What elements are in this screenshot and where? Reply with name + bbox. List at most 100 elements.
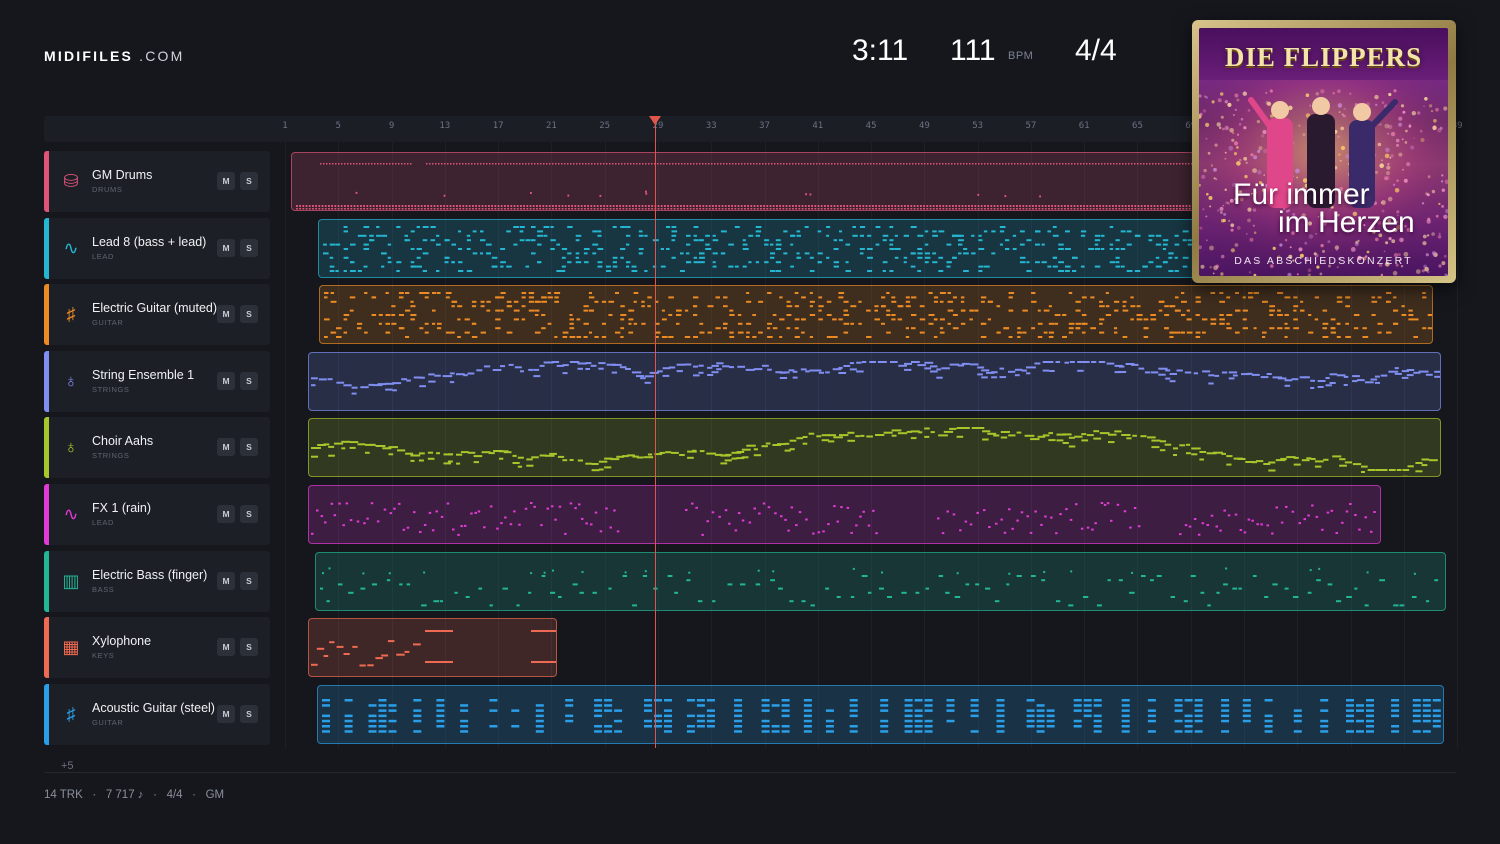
midi-note — [1377, 322, 1383, 325]
midi-note — [938, 256, 944, 259]
midi-note — [817, 208, 820, 210]
midi-note — [699, 251, 705, 254]
midi-clip[interactable] — [319, 285, 1433, 345]
midi-note — [486, 251, 491, 254]
midi-note — [334, 205, 337, 207]
midi-note — [548, 208, 551, 210]
midi-note — [775, 269, 782, 272]
ruler-label: 25 — [599, 121, 611, 131]
midi-note — [936, 163, 938, 165]
midi-clip[interactable] — [317, 684, 1444, 744]
midi-note — [622, 574, 627, 577]
solo-button[interactable]: S — [240, 638, 258, 657]
solo-button[interactable]: S — [240, 704, 258, 723]
playhead-marker[interactable] — [649, 116, 661, 125]
midi-note — [810, 603, 815, 606]
playhead[interactable] — [655, 116, 656, 748]
midi-note — [830, 205, 833, 207]
midi-note — [516, 205, 519, 207]
midi-clip[interactable] — [308, 485, 1381, 544]
midi-note — [1370, 530, 1373, 533]
midi-note — [388, 453, 394, 456]
midi-note — [326, 599, 330, 602]
ruler-label: 41 — [812, 121, 824, 131]
midi-note — [530, 192, 532, 194]
midi-note — [419, 376, 425, 379]
midi-note — [1354, 587, 1358, 590]
midi-note — [601, 336, 606, 339]
midi-note — [513, 205, 516, 207]
midi-note — [1158, 300, 1165, 303]
midi-note — [826, 314, 832, 317]
solo-button[interactable]: S — [240, 571, 258, 590]
midi-note — [311, 377, 318, 380]
mute-button[interactable]: M — [217, 704, 235, 723]
track-header[interactable]: ⛁ GM Drums DRUMS M S — [44, 151, 270, 212]
midi-note — [577, 459, 583, 462]
mute-button[interactable]: M — [217, 305, 235, 324]
midi-note — [1035, 260, 1040, 263]
midi-note — [625, 208, 628, 210]
solo-button[interactable]: S — [240, 505, 258, 523]
more-tracks-indicator[interactable]: +5 — [61, 760, 74, 772]
midi-note — [1047, 229, 1051, 232]
midi-clip[interactable] — [308, 618, 557, 678]
midi-note — [626, 265, 630, 268]
midi-note — [550, 247, 555, 250]
midi-note — [436, 452, 440, 455]
midi-note — [711, 364, 719, 367]
solo-button[interactable]: S — [240, 305, 258, 324]
midi-note — [1366, 709, 1374, 712]
midi-note — [620, 256, 624, 259]
midi-note — [1134, 208, 1137, 210]
midi-note — [395, 205, 397, 207]
midi-note — [804, 163, 806, 165]
solo-button[interactable]: S — [240, 172, 258, 190]
midi-note — [1107, 163, 1109, 165]
midi-note — [889, 269, 894, 272]
track-header[interactable]: ♯ Acoustic Guitar (steel) GUITAR M S — [44, 683, 270, 745]
midi-note — [901, 591, 907, 594]
midi-note — [381, 654, 389, 657]
midi-note — [724, 459, 732, 462]
track-header[interactable]: ∿ Lead 8 (bass + lead) LEAD M S — [44, 217, 270, 279]
track-header[interactable]: ▦ Xylophone KEYS M S — [44, 617, 270, 679]
midi-note — [347, 208, 349, 210]
midi-note — [590, 364, 597, 367]
midi-note — [365, 452, 370, 455]
midi-note — [1025, 205, 1028, 207]
track-header[interactable]: ♁ Choir Aahs STRINGS M S — [44, 417, 270, 479]
mute-button[interactable]: M — [217, 505, 235, 523]
mute-button[interactable]: M — [217, 438, 235, 457]
mute-button[interactable]: M — [217, 638, 235, 657]
midi-note — [958, 208, 961, 210]
mute-button[interactable]: M — [217, 571, 235, 590]
midi-note — [511, 709, 520, 712]
midi-note — [729, 309, 734, 312]
midi-note — [569, 336, 576, 339]
midi-note — [597, 265, 603, 268]
mute-button[interactable]: M — [217, 172, 235, 190]
solo-button[interactable]: S — [240, 371, 258, 390]
midi-note — [1144, 205, 1146, 207]
midi-note — [1083, 698, 1092, 702]
midi-note — [1320, 724, 1329, 728]
midi-note — [1221, 714, 1230, 717]
midi-clip[interactable] — [308, 351, 1441, 411]
track-header[interactable]: ♁ String Ensemble 1 STRINGS M S — [44, 350, 270, 412]
midi-note — [580, 205, 583, 207]
track-header[interactable]: ♯ Electric Guitar (muted) GUITAR M S — [44, 284, 270, 346]
midi-clip[interactable] — [315, 551, 1446, 611]
mute-button[interactable]: M — [217, 371, 235, 390]
track-header[interactable]: ∿ FX 1 (rain) LEAD M S — [44, 484, 270, 545]
solo-button[interactable]: S — [240, 238, 258, 257]
midi-note — [322, 698, 330, 702]
mute-button[interactable]: M — [217, 238, 235, 257]
midi-note — [1339, 465, 1347, 468]
track-header[interactable]: ▥ Electric Bass (finger) BASS M S — [44, 550, 270, 612]
midi-note — [338, 502, 341, 505]
solo-button[interactable]: S — [240, 438, 258, 457]
midi-note — [1103, 503, 1107, 506]
midi-clip[interactable] — [308, 418, 1441, 478]
midi-note — [1140, 208, 1143, 210]
